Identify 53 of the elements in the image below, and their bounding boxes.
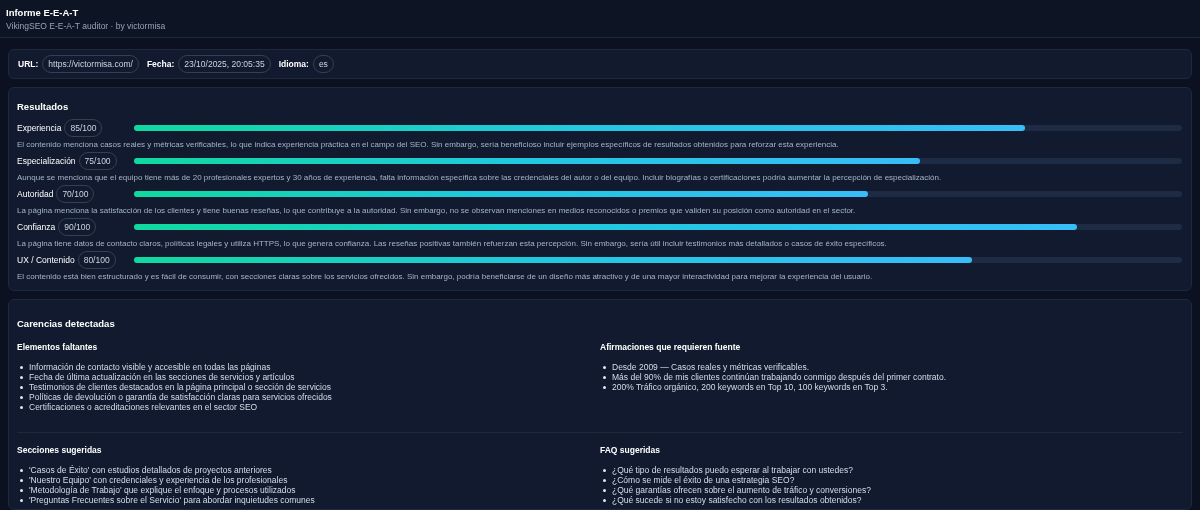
list-item: 'Preguntas Frecuentes sobre el Servicio' para abordar inquietudes comunes: [29, 495, 315, 505]
group-title: Afirmaciones que requieren fuente: [600, 342, 742, 352]
bullet-icon: [603, 468, 606, 472]
bullet-icon: [603, 365, 606, 369]
list-item: ¿Qué tipo de resultados puedo esperar al trabajar con ustedes?: [612, 465, 853, 475]
criterion-name: Autoridad: [17, 189, 54, 199]
criterion-description: El contenido menciona casos reales y métricas verificables, lo que indica experiencia práctica en el campo del SEO. Sin embargo, sería beneficioso incluir ejemplos específicos de resultados obtenidos para reforzar esta experiencia.: [17, 140, 840, 149]
list-item: ¿Cómo se mide el éxito de una estrategia SEO?: [612, 475, 795, 485]
bullet-icon: [603, 498, 606, 502]
criterion-name: UX / Contenido: [17, 255, 75, 265]
criterion-name: Especialización: [17, 156, 76, 166]
list-item: ¿Qué sucede si no estoy satisfecho con los resultados obtenidos?: [612, 495, 862, 505]
criterion-name: Confianza: [17, 222, 56, 232]
bullet-icon: [20, 478, 23, 482]
list-item: Políticas de devolución o garantía de satisfacción claras para servicios ofrecidos: [29, 392, 332, 402]
report-title: Informe E-E-A-T: [6, 7, 80, 18]
list-item: Fecha de última actualización en las secciones de servicios y artículos: [29, 372, 295, 382]
bullet-icon: [20, 365, 23, 369]
bullet-icon: [20, 385, 23, 389]
meta-label: Idioma:: [278, 59, 309, 69]
list-item: 'Casos de Éxito' con estudios detallados de proyectos anteriores: [29, 465, 272, 475]
bullet-icon: [603, 375, 606, 379]
bullet-icon: [20, 498, 23, 502]
list-item: 'Nuestro Equipo' con credenciales y experiencia de los profesionales: [29, 475, 288, 485]
bullet-icon: [20, 488, 23, 492]
list-item: Información de contacto visible y accesible en todas las páginas: [29, 362, 271, 372]
list-item: Testimonios de clientes destacados en la página principal o sección de servicios: [29, 382, 331, 392]
list-item: ¿Qué garantías ofrecen sobre el aumento de tráfico y conversiones?: [612, 485, 871, 495]
bullet-icon: [603, 488, 606, 492]
bullet-icon: [20, 468, 23, 472]
criterion-description: El contenido está bien estructurado y es fácil de consumir, con secciones claras sobre los servicios ofrecidos. Sin embargo, podría beneficiarse de un diseño más atractivo y de una mayor interactividad para mejorar la experiencia del usuario.: [17, 272, 874, 281]
criterion-description: Aunque se menciona que el equipo tiene más de 20 profesionales expertos y 30 años de experiencia, falta información específica sobre las credenciales del autor o del equipo. Incluir biografías o certificaciones podría aumentar la percepción de especialización.: [17, 173, 943, 182]
group-title: Elementos faltantes: [17, 342, 99, 352]
report-subtitle: VikingSEO E-E-A-T auditor · by victormisa: [6, 21, 167, 31]
criterion-name: Experiencia: [17, 123, 62, 133]
bullet-icon: [20, 405, 23, 409]
group-title: Secciones sugeridas: [17, 445, 103, 455]
bullet-icon: [603, 385, 606, 389]
list-item: Certificaciones o acreditaciones relevantes en el sector SEO: [29, 402, 258, 412]
list-item: Más del 90% de mis clientes continúan trabajando conmigo después del primer contrato.: [612, 372, 947, 382]
list-item: Desde 2009 — Casos reales y métricas verificables.: [612, 362, 809, 372]
meta-label: Fecha:: [146, 59, 175, 69]
bullet-icon: [20, 395, 23, 399]
criterion-description: La página tiene datos de contacto claros, políticas legales y utiliza HTTPS, lo que genera confianza. Las reseñas positivas también refuerzan esta percepción. Sin embargo, sería útil incluir testimonios más detallados o casos de éxito específicos.: [17, 239, 888, 248]
meta-label: URL:: [18, 59, 39, 69]
bullet-icon: [20, 375, 23, 379]
group-title: FAQ sugeridas: [600, 445, 661, 455]
list-item: 'Metodología de Trabajo' que explique el enfoque y procesos utilizados: [29, 485, 296, 495]
criterion-description: La página menciona la satisfacción de los clientes y tiene buenas reseñas, lo que contribuye a la autoridad. Sin embargo, no se observan menciones en medios reconocidos o premios que validen su posición como autoridad en el sector.: [17, 206, 857, 215]
list-item: 200% Tráfico orgánico, 200 keywords en Top 10, 100 keywords en Top 3.: [612, 382, 888, 392]
bullet-icon: [603, 478, 606, 482]
section-title: Carencias detectadas: [17, 318, 116, 329]
section-title: Resultados: [17, 101, 70, 112]
